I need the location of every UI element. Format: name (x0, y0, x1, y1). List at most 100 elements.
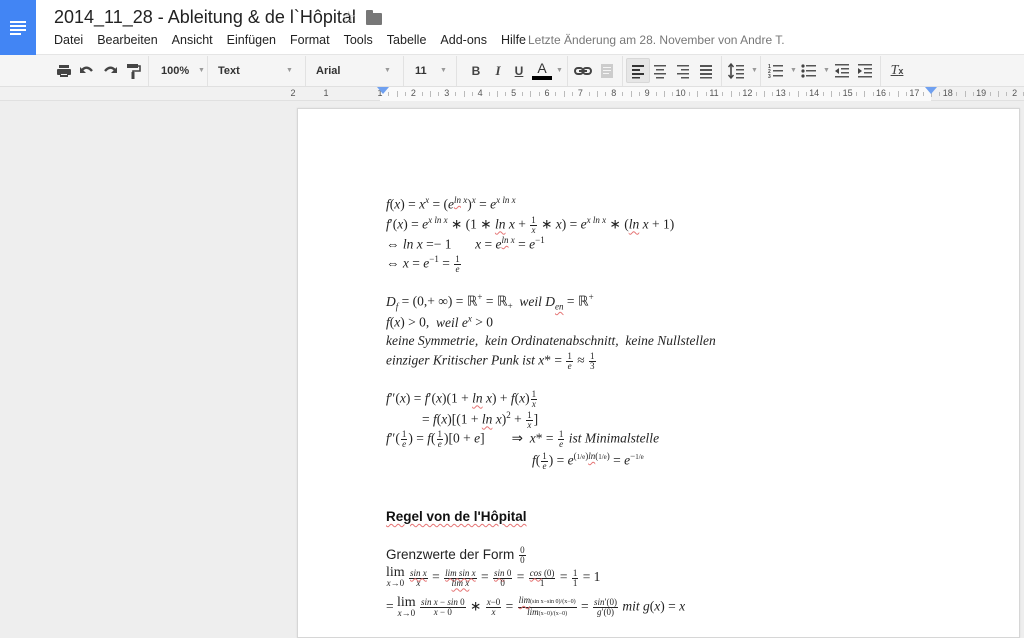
document-page[interactable]: f(x) = xx = (eln x)x = ex ln x f′(x) = e… (297, 108, 1020, 638)
ruler-label: 3 (444, 88, 450, 98)
ruler-tick (672, 92, 674, 96)
justify-icon (700, 64, 712, 78)
last-edit-status[interactable]: Letzte Änderung am 28. November von Andr… (528, 33, 785, 47)
menu-hilfe[interactable]: Hilfe (501, 33, 526, 47)
paint-format-button[interactable] (123, 55, 143, 86)
decrease-indent-button[interactable] (832, 55, 852, 86)
style-dropdown[interactable]: Text ▼ (218, 55, 293, 86)
chevron-down-icon: ▼ (751, 67, 758, 74)
chevron-down-icon: ▼ (384, 67, 391, 74)
italic-icon: I (495, 62, 501, 78)
formula-line: f(x) > 0, weil ex > 0 (386, 313, 493, 330)
right-indent-marker[interactable] (925, 87, 937, 94)
bold-icon: B (471, 63, 481, 78)
menu-ansicht[interactable]: Ansicht (172, 33, 213, 47)
clear-formatting-button[interactable]: Tx (887, 55, 907, 86)
ruler-tick (705, 92, 707, 96)
ruler-label: 17 (909, 88, 920, 98)
ruler-tick (430, 91, 432, 97)
line-spacing-button[interactable]: ▼ (727, 55, 758, 86)
justify-button[interactable] (696, 55, 716, 86)
formula-line: = lim x→0 sin x − sin 0x − 0 ∗ x−0 x = lim… (386, 594, 686, 618)
insert-comment-button[interactable] (597, 55, 617, 86)
docs-home-button[interactable] (0, 0, 36, 55)
ruler-tick (730, 91, 732, 97)
chevron-down-icon: ▼ (198, 67, 205, 74)
menu-tools[interactable]: Tools (344, 33, 373, 47)
ruler-tick (872, 92, 874, 96)
increase-indent-button[interactable] (855, 55, 875, 86)
bold-button[interactable]: B (466, 55, 486, 86)
text-color-swatch (532, 76, 552, 80)
font-dropdown[interactable]: Arial ▼ (316, 55, 391, 86)
paint-format-icon (127, 63, 141, 79)
bulleted-list-button[interactable]: ▼ (799, 55, 830, 86)
chevron-down-icon: ▼ (556, 67, 563, 74)
ruler-tick (622, 92, 624, 96)
align-left-button[interactable] (626, 58, 650, 83)
menu-datei[interactable]: Datei (54, 33, 83, 47)
ruler-tick (638, 92, 640, 96)
zoom-dropdown[interactable]: 100% ▼ (161, 55, 205, 86)
ruler-tick (772, 92, 774, 96)
menu-addons[interactable]: Add-ons (440, 33, 487, 47)
text-color-button[interactable]: A ▼ (532, 55, 563, 86)
text-color-icon: A (537, 60, 547, 76)
ruler-label: 10 (675, 88, 686, 98)
ruler-label: 15 (842, 88, 853, 98)
undo-icon (80, 66, 93, 73)
left-indent-marker[interactable] (377, 87, 389, 94)
ruler-label: 4 (477, 88, 483, 98)
align-center-button[interactable] (650, 55, 670, 86)
font-size-dropdown[interactable]: 11 ▼ (415, 55, 447, 86)
ruler-tick (688, 92, 690, 96)
chevron-down-icon: ▼ (823, 67, 830, 74)
menu-bearbeiten[interactable]: Bearbeiten (97, 33, 157, 47)
ruler-tick (822, 92, 824, 96)
formula-line: Df = (0,+ ∞) = ℝ+ = ℝ+ weil Den = ℝ+ (386, 292, 594, 312)
ruler-tick (989, 92, 991, 96)
ruler-tick (471, 92, 473, 96)
ruler-tick (630, 91, 632, 97)
numbered-list-button[interactable]: 123 ▼ (766, 55, 797, 86)
comment-icon (601, 63, 613, 78)
decrease-indent-icon (835, 63, 849, 77)
chevron-down-icon: ▼ (440, 67, 447, 74)
ruler-label: 1 (323, 88, 329, 98)
menu-format[interactable]: Format (290, 33, 330, 47)
ruler-label: 9 (644, 88, 650, 98)
toolbar: 100% ▼ Text ▼ Arial ▼ 11 ▼ B I U A ▼ ▼ 1… (0, 55, 1024, 87)
italic-button[interactable]: I (488, 55, 508, 86)
ruler-tick (563, 91, 565, 97)
ruler-tick (764, 91, 766, 97)
underline-button[interactable]: U (509, 55, 529, 86)
undo-button[interactable] (77, 55, 97, 86)
ruler-tick (605, 92, 607, 96)
menu-tabelle[interactable]: Tabelle (387, 33, 427, 47)
ruler-tick (964, 91, 966, 97)
ruler-tick (956, 92, 958, 96)
ruler-label: 18 (942, 88, 953, 98)
redo-button[interactable] (100, 55, 120, 86)
ruler-tick (555, 92, 557, 96)
ruler-tick (396, 91, 398, 97)
ruler-tick (906, 92, 908, 96)
star-icon[interactable]: ☆ (341, 9, 356, 26)
align-right-button[interactable] (673, 55, 693, 86)
document-title[interactable]: 2014_11_28 - Ableitung & de l`Hôpital (54, 7, 356, 28)
folder-icon[interactable] (366, 9, 383, 25)
ruler-tick (855, 92, 857, 96)
menu-einfuegen[interactable]: Einfügen (227, 33, 276, 47)
insert-link-button[interactable] (573, 55, 593, 86)
ruler-label: 2 (290, 88, 296, 98)
app-header: 2014_11_28 - Ableitung & de l`Hôpital ☆ … (0, 0, 1024, 55)
numbered-list-icon: 123 (768, 64, 783, 80)
print-button[interactable] (54, 55, 74, 86)
formula-line: f″(x) = f′(x)(1 + ln x) + f(x) 1 x (386, 389, 538, 409)
ruler-label: 19 (976, 88, 987, 98)
formula-line: f′(x) = ex ln x ∗ (1 ∗ ln x + 1x ∗ x) = … (386, 214, 675, 235)
ruler-tick (722, 92, 724, 96)
link-icon (574, 66, 592, 75)
ruler-tick (588, 92, 590, 96)
section-heading: Regel von de l'Hôpital (386, 509, 527, 524)
